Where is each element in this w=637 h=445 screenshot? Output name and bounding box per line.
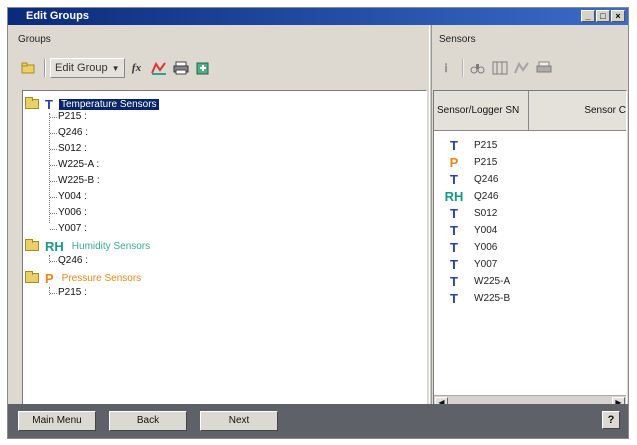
print-icon[interactable] [534, 58, 554, 78]
sensor-sn: Q246 [474, 191, 499, 202]
back-button[interactable]: Back [109, 411, 187, 431]
next-button[interactable]: Next [200, 411, 278, 431]
chart-icon[interactable] [512, 58, 532, 78]
next-label: Next [228, 415, 250, 426]
table-row[interactable]: T Y007 [434, 256, 497, 273]
fx-label: fx [131, 62, 142, 74]
toolbar-separator [44, 59, 46, 77]
tree-item[interactable]: Y004 : [50, 191, 87, 203]
group-name[interactable]: Pressure Sensors [60, 273, 143, 284]
help-button[interactable]: ? [602, 411, 620, 429]
main-menu-label: Main Menu [32, 415, 82, 426]
columns-icon[interactable] [490, 58, 510, 78]
sensor-sn: P215 [474, 140, 498, 151]
sensor-type-glyph: RH [444, 189, 464, 204]
close-button[interactable]: × [611, 10, 625, 22]
sensor-sn: S012 [474, 208, 498, 219]
sensor-sn: Y006 [474, 242, 498, 253]
bottom-nav-bar: Main Menu Back Next ? [8, 404, 628, 438]
sensor-type-glyph: T [450, 206, 458, 221]
tree-item[interactable]: P215 : [50, 287, 87, 299]
sensors-table[interactable]: Sensor/Logger SN Sensor C T P215 P P215 … [433, 90, 627, 412]
sensor-type-glyph: T [450, 172, 458, 187]
table-row[interactable]: T W225-A [434, 273, 510, 290]
sensor-sn: Y007 [474, 259, 498, 270]
temperature-glyph: T [45, 96, 53, 112]
sensor-sn: Y004 [474, 225, 498, 236]
function-icon[interactable]: fx [127, 58, 147, 78]
edit-group-dropdown[interactable]: Edit Group ▼ [50, 58, 125, 78]
minimize-button[interactable]: _ [581, 10, 595, 22]
groups-toolbar: Edit Group ▼ fx [18, 56, 215, 80]
table-row[interactable]: T W225-B [434, 290, 510, 307]
humidity-glyph: RH [45, 238, 64, 254]
sensor-type-glyph: T [450, 223, 458, 238]
chart-icon[interactable] [149, 58, 169, 78]
table-row[interactable]: T Y004 [434, 222, 497, 239]
table-row[interactable]: T S012 [434, 205, 497, 222]
pressure-glyph: P [45, 270, 54, 286]
tree-item[interactable]: P215 : [50, 111, 87, 123]
table-row[interactable]: T Y006 [434, 239, 497, 256]
tree-line [49, 113, 50, 223]
group-name[interactable]: Humidity Sensors [70, 241, 152, 252]
table-row[interactable]: T Q246 [434, 171, 498, 188]
sensors-panel-header: Sensors [439, 34, 476, 45]
maximize-button[interactable]: □ [596, 10, 610, 22]
new-group-icon[interactable] [18, 58, 38, 78]
find-icon[interactable] [468, 58, 488, 78]
sensor-type-glyph: T [450, 257, 458, 272]
main-menu-button[interactable]: Main Menu [18, 411, 96, 431]
folder-icon [25, 97, 39, 109]
tree-group-pressure[interactable]: P Pressure Sensors [25, 270, 143, 286]
sensor-sn: Q246 [474, 174, 499, 185]
column-header-sn[interactable]: Sensor/Logger SN [434, 91, 529, 131]
groups-panel-header: Groups [18, 34, 51, 45]
sensor-type-glyph: P [449, 155, 459, 170]
sensor-type-glyph: T [450, 274, 458, 289]
sensors-toolbar: ⅰ [436, 56, 556, 80]
tree-item[interactable]: Q246 : [49, 127, 88, 139]
sensor-type-glyph: T [450, 138, 458, 153]
folder-icon [25, 271, 39, 283]
window-title: Edit Groups [26, 10, 89, 22]
export-icon[interactable] [193, 58, 213, 78]
sensor-sn: P215 [474, 157, 498, 168]
print-icon[interactable] [171, 58, 191, 78]
tree-group-temperature[interactable]: T Temperature Sensors [25, 96, 159, 112]
tree-item[interactable]: W225-B : [50, 175, 100, 187]
tree-item[interactable]: Y007 : [50, 223, 87, 235]
table-row[interactable]: T P215 [434, 137, 497, 154]
column-header-sensor-c[interactable]: Sensor C [529, 91, 626, 131]
tree-item[interactable]: Q246 : [49, 255, 88, 267]
sensor-type-glyph: T [450, 291, 458, 306]
sensor-type-glyph: T [450, 240, 458, 255]
sensor-sn: W225-B [474, 293, 511, 304]
tree-item[interactable]: Y006 : [50, 207, 87, 219]
table-row[interactable]: RH Q246 [434, 188, 499, 205]
tree-item[interactable]: S012 : [50, 143, 87, 155]
groups-tree[interactable]: T Temperature Sensors P215 : Q246 : S012… [22, 90, 427, 412]
group-name[interactable]: Temperature Sensors [58, 98, 159, 110]
table-row[interactable]: P P215 [434, 154, 498, 171]
edit-groups-window: Edit Groups _ □ × Groups Edit Group ▼ fx [7, 7, 629, 439]
back-label: Back [136, 415, 160, 426]
tree-group-humidity[interactable]: RH Humidity Sensors [25, 238, 152, 254]
edit-group-label: Edit Group [55, 62, 108, 74]
title-bar[interactable]: Edit Groups _ □ × [8, 8, 628, 25]
toolbar-separator [462, 59, 464, 77]
folder-icon [25, 239, 39, 251]
info-icon[interactable]: ⅰ [436, 58, 456, 78]
tree-item[interactable]: W225-A : [49, 159, 99, 171]
sensor-sn: W225-A [474, 276, 511, 287]
panel-splitter[interactable] [429, 25, 432, 406]
chevron-down-icon: ▼ [111, 63, 120, 73]
